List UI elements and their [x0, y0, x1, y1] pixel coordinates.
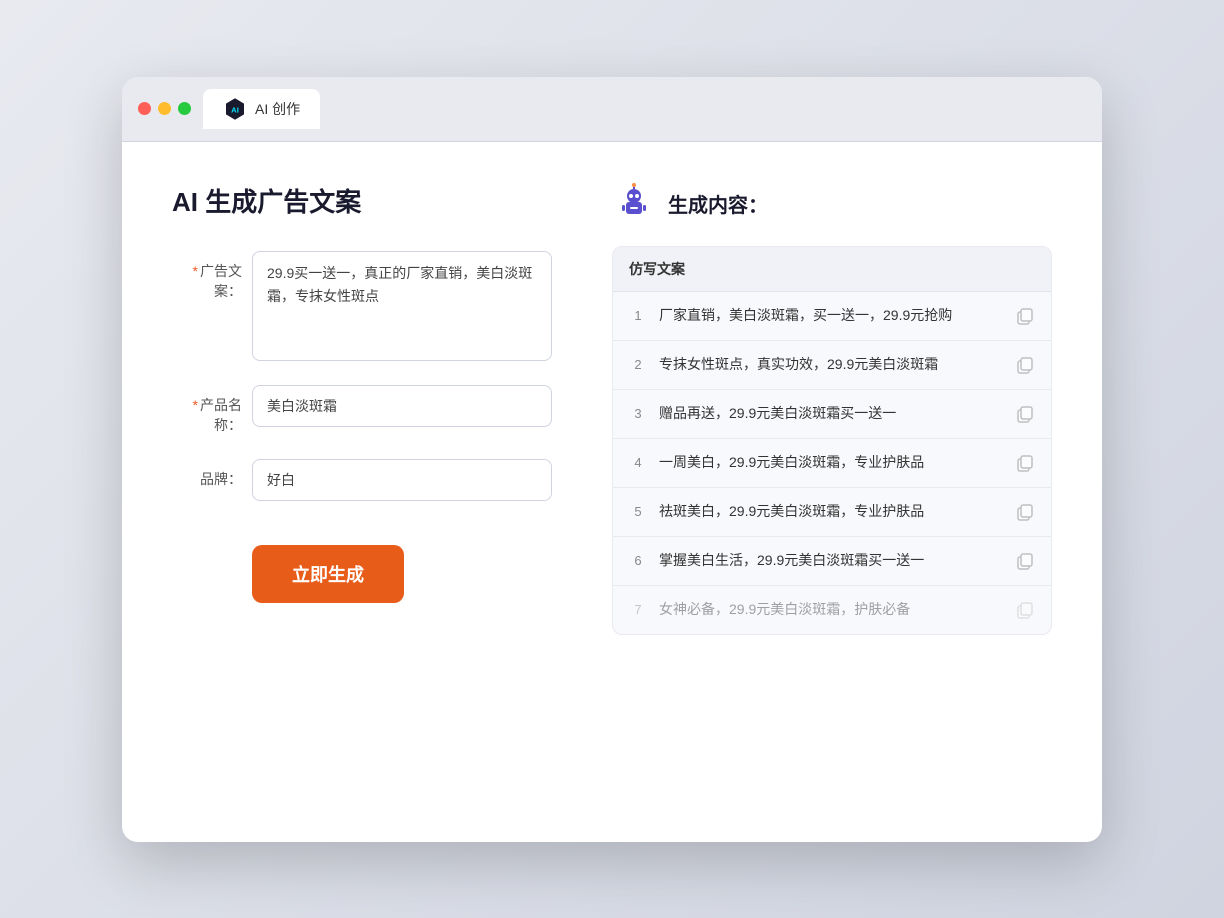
row-num-1: 1 — [629, 308, 647, 323]
browser-window: AI AI 创作 AI 生成广告文案 *广告文案： 29.9买一送一，真正的厂家… — [122, 77, 1102, 842]
ad-copy-textarea[interactable]: 29.9买一送一，真正的厂家直销，美白淡斑霜，专抹女性斑点 — [252, 251, 552, 361]
svg-text:AI: AI — [231, 105, 239, 114]
copy-icon-4[interactable] — [1013, 452, 1035, 474]
result-title: 生成内容： — [668, 189, 768, 218]
brand-label: 品牌： — [172, 459, 252, 489]
product-name-row: *产品名称： — [172, 385, 552, 435]
row-text-3: 赠品再送，29.9元美白淡斑霜买一送一 — [659, 403, 1001, 424]
brand-row: 品牌： — [172, 459, 552, 501]
tab-label: AI 创作 — [255, 99, 300, 119]
ad-copy-label: *广告文案： — [172, 251, 252, 301]
right-panel: 生成内容： 仿写文案 1 厂家直销，美白淡斑霜，买一送一，29.9元抢购 — [612, 182, 1052, 635]
result-row-7: 7 女神必备，29.9元美白淡斑霜，护肤必备 — [613, 586, 1051, 634]
ad-copy-row: *广告文案： 29.9买一送一，真正的厂家直销，美白淡斑霜，专抹女性斑点 — [172, 251, 552, 361]
product-name-label: *产品名称： — [172, 385, 252, 435]
results-table: 仿写文案 1 厂家直销，美白淡斑霜，买一送一，29.9元抢购 2 专抹女性斑点，… — [612, 246, 1052, 635]
result-row-3: 3 赠品再送，29.9元美白淡斑霜买一送一 — [613, 390, 1051, 439]
minimize-button[interactable] — [158, 102, 171, 115]
browser-content: AI 生成广告文案 *广告文案： 29.9买一送一，真正的厂家直销，美白淡斑霜，… — [122, 142, 1102, 842]
copy-icon-1[interactable] — [1013, 305, 1035, 327]
copy-icon-3[interactable] — [1013, 403, 1035, 425]
result-row-1: 1 厂家直销，美白淡斑霜，买一送一，29.9元抢购 — [613, 292, 1051, 341]
copy-icon-2[interactable] — [1013, 354, 1035, 376]
close-button[interactable] — [138, 102, 151, 115]
robot-icon — [612, 182, 656, 226]
row-num-2: 2 — [629, 357, 647, 372]
result-row-5: 5 祛斑美白，29.9元美白淡斑霜，专业护肤品 — [613, 488, 1051, 537]
row-num-4: 4 — [629, 455, 647, 470]
copy-icon-5[interactable] — [1013, 501, 1035, 523]
row-text-6: 掌握美白生活，29.9元美白淡斑霜买一送一 — [659, 550, 1001, 571]
row-text-4: 一周美白，29.9元美白淡斑霜，专业护肤品 — [659, 452, 1001, 473]
copy-icon-7[interactable] — [1013, 599, 1035, 621]
tab-ai-create[interactable]: AI AI 创作 — [203, 89, 320, 129]
table-header: 仿写文案 — [613, 247, 1051, 292]
product-name-input[interactable] — [252, 385, 552, 427]
result-row-2: 2 专抹女性斑点，真实功效，29.9元美白淡斑霜 — [613, 341, 1051, 390]
result-row-6: 6 掌握美白生活，29.9元美白淡斑霜买一送一 — [613, 537, 1051, 586]
maximize-button[interactable] — [178, 102, 191, 115]
row-num-7: 7 — [629, 602, 647, 617]
result-row-4: 4 一周美白，29.9元美白淡斑霜，专业护肤品 — [613, 439, 1051, 488]
row-num-6: 6 — [629, 553, 647, 568]
row-text-5: 祛斑美白，29.9元美白淡斑霜，专业护肤品 — [659, 501, 1001, 522]
row-num-3: 3 — [629, 406, 647, 421]
left-panel: AI 生成广告文案 *广告文案： 29.9买一送一，真正的厂家直销，美白淡斑霜，… — [172, 182, 552, 635]
result-header: 生成内容： — [612, 182, 1052, 226]
generate-button[interactable]: 立即生成 — [252, 545, 404, 603]
titlebar: AI AI 创作 — [122, 77, 1102, 142]
copy-icon-6[interactable] — [1013, 550, 1035, 572]
traffic-lights — [138, 102, 191, 115]
row-text-1: 厂家直销，美白淡斑霜，买一送一，29.9元抢购 — [659, 305, 1001, 326]
required-star-2: * — [193, 397, 198, 413]
row-text-2: 专抹女性斑点，真实功效，29.9元美白淡斑霜 — [659, 354, 1001, 375]
ai-tab-icon: AI — [223, 97, 247, 121]
row-num-5: 5 — [629, 504, 647, 519]
page-title: AI 生成广告文案 — [172, 182, 552, 219]
main-layout: AI 生成广告文案 *广告文案： 29.9买一送一，真正的厂家直销，美白淡斑霜，… — [172, 182, 1052, 635]
row-text-7: 女神必备，29.9元美白淡斑霜，护肤必备 — [659, 599, 1001, 620]
required-star-1: * — [193, 263, 198, 279]
brand-input[interactable] — [252, 459, 552, 501]
